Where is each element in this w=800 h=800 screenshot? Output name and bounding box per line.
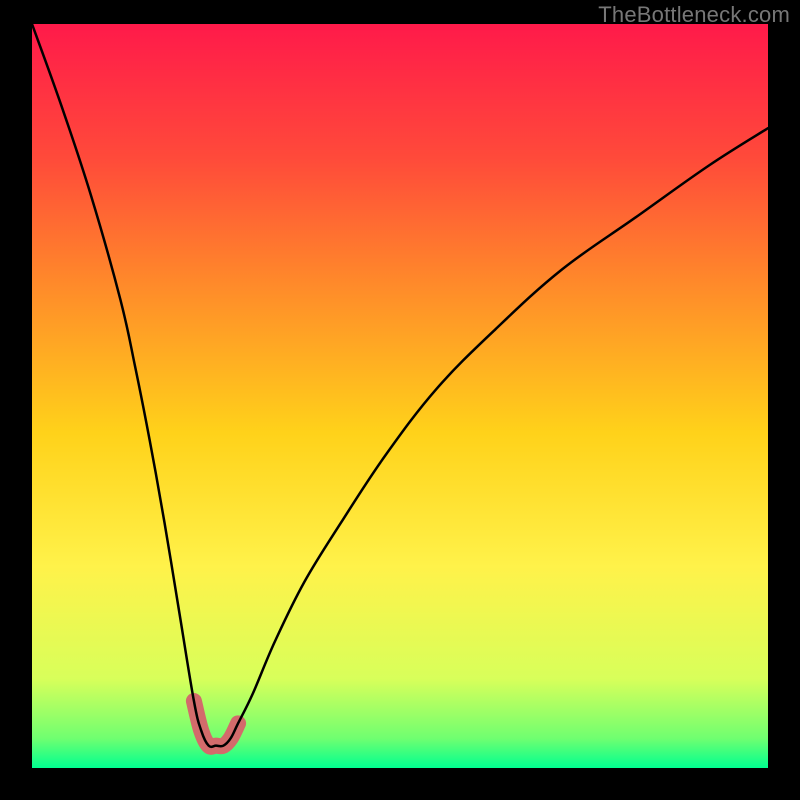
chart-svg (32, 24, 768, 768)
chart-stage: TheBottleneck.com (0, 0, 800, 800)
gradient-background (32, 24, 768, 768)
chart-plot-area (32, 24, 768, 768)
